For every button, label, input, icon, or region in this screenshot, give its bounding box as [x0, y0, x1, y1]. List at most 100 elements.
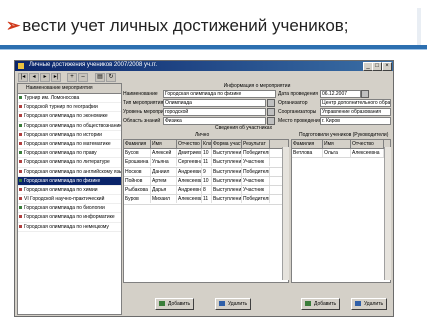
column-header[interactable]: Имя — [151, 140, 177, 148]
row-marker-icon — [19, 141, 22, 145]
toolbar: |◂ ◂ ▸ ▸| + – ▤ ↻ — [15, 72, 393, 82]
event-type-field[interactable]: Олимпиада — [163, 99, 266, 107]
event-place-field[interactable]: г. Киров — [320, 117, 391, 125]
table-row[interactable]: БуровМихаилАлексеевич11ВыступлениеПобеди… — [124, 195, 288, 205]
table-cell: Буров — [124, 195, 151, 204]
events-list-item[interactable]: Городская олимпиада по литературе — [18, 158, 121, 168]
events-list-item[interactable]: Городская олимпиада по информатике — [18, 213, 121, 223]
events-list-item-label: Городская олимпиада по математике — [24, 140, 111, 147]
row-marker-icon — [19, 160, 22, 164]
remove-participant-button[interactable]: Удалить — [215, 298, 252, 310]
table-cell: Сергеевна — [178, 158, 202, 167]
event-type-dropdown-icon[interactable] — [267, 99, 275, 107]
delete-record-icon[interactable]: – — [78, 73, 88, 82]
column-header[interactable]: Фамилия — [124, 140, 151, 148]
window-titlebar[interactable]: Личные достижения учеников 2007/2008 уч.… — [15, 61, 393, 71]
participants-scrollbar[interactable] — [282, 147, 289, 280]
row-marker-icon — [19, 114, 22, 118]
last-record-icon[interactable]: ▸| — [51, 73, 61, 82]
knowledge-area-field[interactable]: Физика — [163, 117, 266, 125]
row-marker-icon — [19, 169, 22, 173]
events-list-item[interactable]: Городская олимпиада по физике — [18, 176, 121, 186]
table-cell: Участник — [242, 186, 270, 195]
bullet-arrow-icon: ➢ — [6, 16, 21, 35]
add-teacher-label: Добавить — [314, 301, 337, 307]
table-cell: Победитель — [243, 149, 270, 157]
row-marker-icon — [19, 178, 22, 182]
table-cell: Участник — [242, 158, 270, 167]
events-list: Наименование мероприятия Турнир им. Ломо… — [17, 83, 122, 315]
events-list-item[interactable]: Городская олимпиада по экономике — [18, 112, 121, 122]
table-row[interactable]: ПойновАртемАлексеевич10ВыступлениеУчастн… — [124, 176, 288, 187]
events-list-item-label: VI Городской научно-практический — [24, 196, 105, 203]
maximize-icon[interactable]: □ — [372, 62, 382, 71]
event-type-row: Тип мероприятия Олимпиада Организатор Це… — [123, 99, 391, 107]
table-cell: Ерошкина — [124, 158, 151, 167]
participants-group-label: Лично — [195, 132, 210, 138]
events-list-item[interactable]: Городская олимпиада по биологии — [18, 204, 121, 214]
app-icon — [18, 63, 24, 69]
add-teacher-button[interactable]: Добавить — [301, 298, 341, 310]
table-cell: Алексеевич — [178, 195, 202, 204]
column-header[interactable]: Форма участия — [212, 140, 242, 148]
teachers-grid[interactable]: Фамилия Имя Отчество Ветлова Ольга Алексеевн… — [291, 139, 391, 283]
event-place-label: Место проведения — [278, 118, 322, 124]
events-list-item[interactable]: Городская олимпиада по английскому языку — [18, 168, 121, 177]
column-header[interactable]: Результат — [242, 140, 270, 148]
table-cell: Бусов — [124, 149, 151, 157]
remove-participant-label: Удалить — [228, 301, 248, 307]
table-cell: Рыбакова — [124, 186, 151, 195]
events-list-item[interactable]: Городская олимпиада по химии — [18, 186, 121, 196]
teachers-scrollbar[interactable] — [384, 147, 391, 280]
refresh-icon[interactable]: ↻ — [106, 73, 116, 82]
events-list-item[interactable]: Городская олимпиада по немецкому — [18, 223, 121, 232]
events-list-item-label: Городская олимпиада по немецкому — [24, 223, 109, 230]
close-icon[interactable]: × — [382, 62, 392, 71]
event-name-row: Наименование Городская олимпиада по физи… — [123, 90, 391, 98]
prev-record-icon[interactable]: ◂ — [29, 73, 39, 82]
events-list-item[interactable]: VI Городской научно-практический — [18, 195, 121, 205]
event-date-field[interactable]: 06.12.2007 — [320, 90, 361, 98]
participants-grid[interactable]: ФамилияИмяОтчествоКлассФорма участияРезу… — [123, 139, 289, 283]
add-record-icon[interactable]: + — [67, 73, 77, 82]
event-date-label: Дата проведения — [278, 91, 318, 97]
event-level-dropdown-icon[interactable] — [267, 108, 275, 116]
organizer-field[interactable]: Центр дополнительного образования — [320, 99, 391, 107]
table-row[interactable]: БусовАлексейДмитриевич10ВыступлениеПобед… — [124, 149, 288, 159]
table-row[interactable]: Ветлова Ольга Алексеевна — [292, 149, 390, 159]
co-organizer-field[interactable]: Управление образования — [320, 108, 391, 116]
first-record-icon[interactable]: |◂ — [18, 73, 28, 82]
events-list-item[interactable]: Городская олимпиада по математике — [18, 140, 121, 150]
table-row[interactable]: Носков Даниил Андреевич 9 Выступление Победит… — [124, 167, 288, 177]
column-header[interactable]: Отчество — [351, 140, 384, 148]
column-header[interactable]: Отчество — [177, 140, 202, 148]
row-marker-icon — [19, 96, 22, 99]
knowledge-area-dropdown-icon[interactable] — [267, 117, 275, 125]
add-participant-label: Добавить — [168, 301, 191, 307]
events-list-item[interactable]: Городская олимпиада по обществознанию — [18, 122, 121, 131]
table-row[interactable]: Рыбакова Дарья Андреевна 8 Выступление Участн… — [124, 186, 288, 196]
event-level-field[interactable]: городской — [163, 108, 266, 116]
next-record-icon[interactable]: ▸ — [40, 73, 50, 82]
remove-teacher-label: Удалить — [364, 301, 384, 307]
events-list-item[interactable]: Городской турнир по географии — [18, 103, 121, 113]
calendar-icon[interactable] — [361, 90, 369, 98]
print-icon[interactable]: ▤ — [95, 73, 105, 82]
add-participant-button[interactable]: Добавить — [155, 298, 195, 310]
column-header[interactable]: Имя — [323, 140, 351, 148]
events-list-header: Наименование мероприятия — [18, 84, 121, 94]
event-name-field[interactable]: Городская олимпиада по физике — [163, 90, 276, 98]
table-cell: Выступление — [213, 158, 242, 167]
table-cell: Победитель — [243, 167, 270, 176]
column-header[interactable]: Класс — [202, 140, 212, 148]
column-header[interactable]: Фамилия — [292, 140, 323, 148]
events-list-item[interactable]: Городская олимпиада по праву — [18, 149, 121, 159]
events-list-item-label: Городская олимпиада по английскому языку — [24, 168, 121, 175]
table-row[interactable]: Ерошкина Ульяна Сергеевна 11 Выступление Учас… — [124, 158, 288, 168]
table-cell: 9 — [202, 167, 212, 176]
event-info-panel: Информация о мероприятии Наименование Го… — [123, 83, 391, 125]
slide-decoration — [417, 8, 421, 46]
remove-teacher-button[interactable]: Удалить — [351, 298, 388, 310]
events-list-item[interactable]: Турнир им. Ломоносова — [18, 94, 121, 104]
events-list-item[interactable]: Городская олимпиада по истории — [18, 131, 121, 140]
